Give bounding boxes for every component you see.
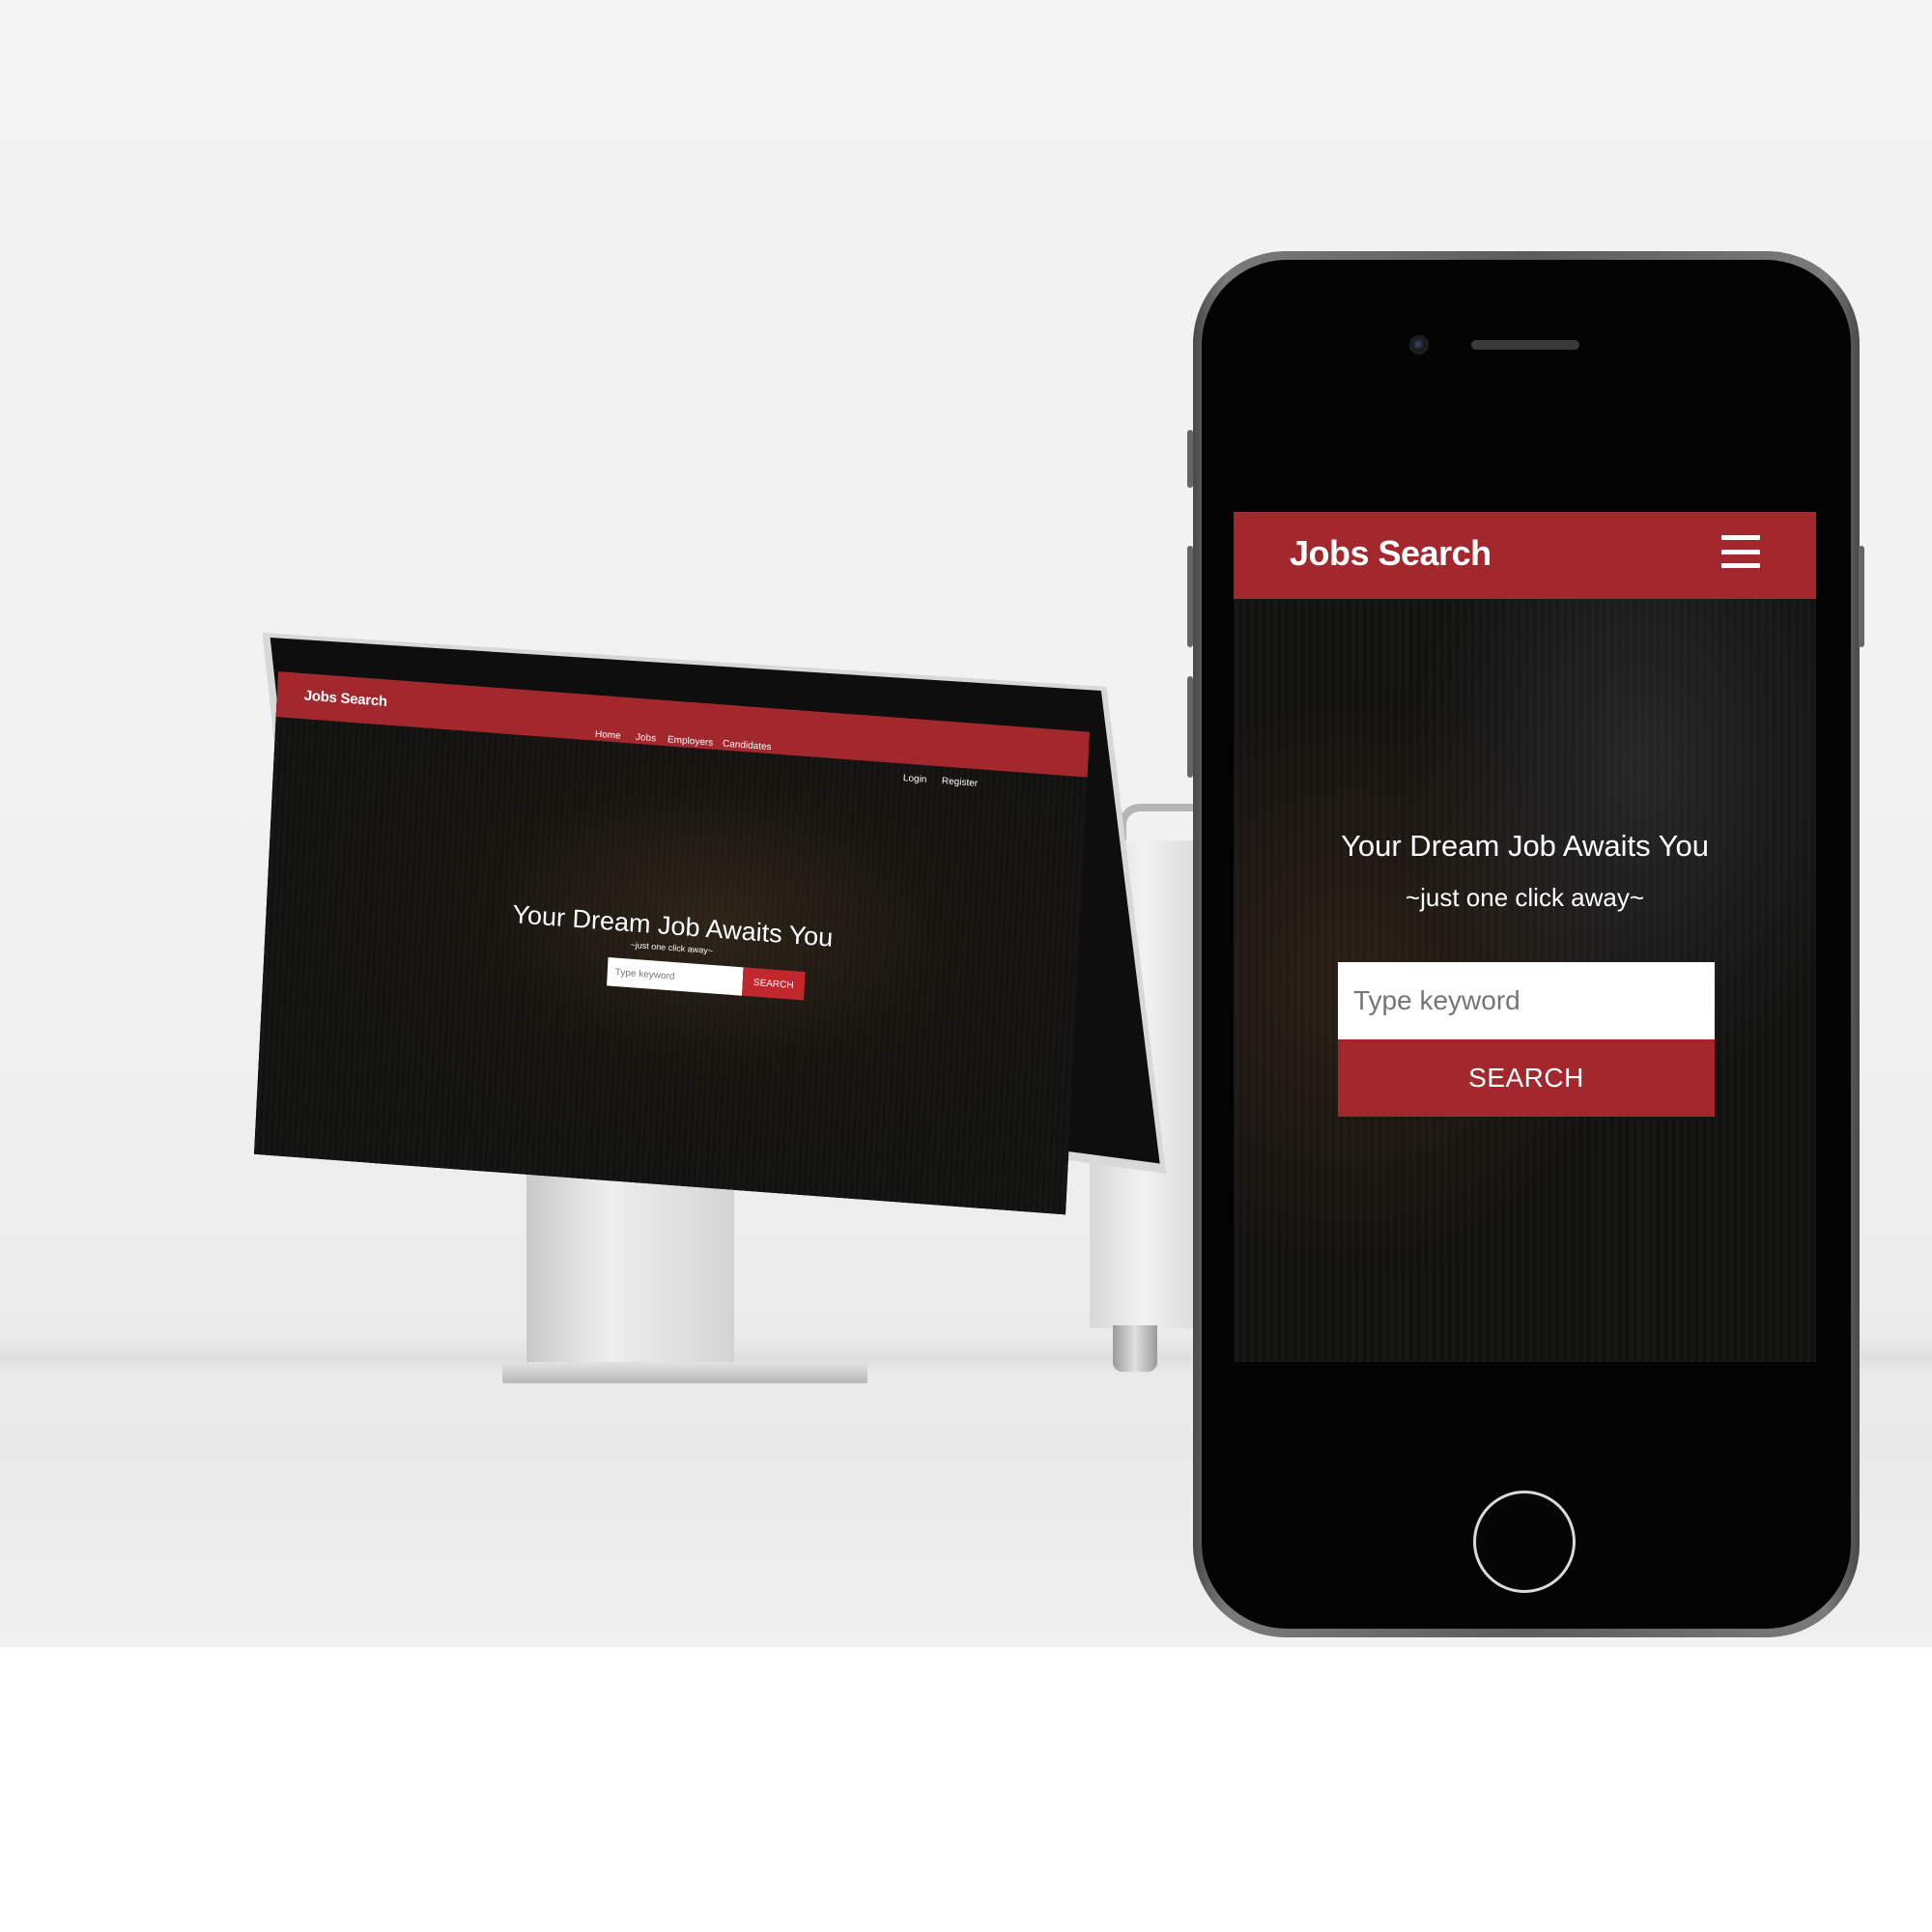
phone-navbar: Jobs Search (1234, 512, 1816, 599)
menu-bar (1721, 549, 1760, 554)
phone-hero-tagline: ~just one click away~ (1405, 883, 1645, 912)
hamburger-menu-icon[interactable] (1721, 535, 1760, 568)
monitor-stand (526, 1164, 734, 1372)
desktop-nav-home[interactable]: Home (595, 729, 621, 742)
desktop-screen: Jobs Search Home Jobs Employers Candidat… (254, 671, 1090, 1215)
desktop-brand-logo[interactable]: Jobs Search (303, 688, 387, 710)
phone-screen: Jobs Search Your Dream Job Awaits You ~j… (1234, 512, 1816, 1362)
phone-search-button[interactable]: SEARCH (1338, 1039, 1715, 1117)
phone-hero-overlay (1234, 512, 1816, 1362)
phone-volume-down (1187, 676, 1193, 778)
monitor-foot (1113, 1325, 1157, 1372)
earpiece-speaker (1471, 340, 1579, 350)
monitor-stand-base (502, 1362, 867, 1383)
phone-mute-switch (1187, 430, 1193, 488)
phone-power-button (1859, 546, 1864, 647)
desktop-nav-jobs[interactable]: Jobs (636, 732, 657, 744)
phone-volume-up (1187, 546, 1193, 647)
phone-brand-logo[interactable]: Jobs Search (1290, 533, 1492, 574)
desktop-search-button[interactable]: SEARCH (742, 967, 806, 1001)
mockup-stage: Jobs Search Home Jobs Employers Candidat… (0, 0, 1932, 1932)
menu-bar (1721, 535, 1760, 540)
front-camera-icon (1409, 335, 1429, 355)
phone-search-input[interactable] (1338, 962, 1715, 1039)
home-button-icon[interactable] (1473, 1491, 1576, 1593)
menu-bar (1721, 563, 1760, 568)
phone-hero-headline: Your Dream Job Awaits You (1341, 829, 1709, 863)
desktop-login-link[interactable]: Login (903, 773, 927, 785)
